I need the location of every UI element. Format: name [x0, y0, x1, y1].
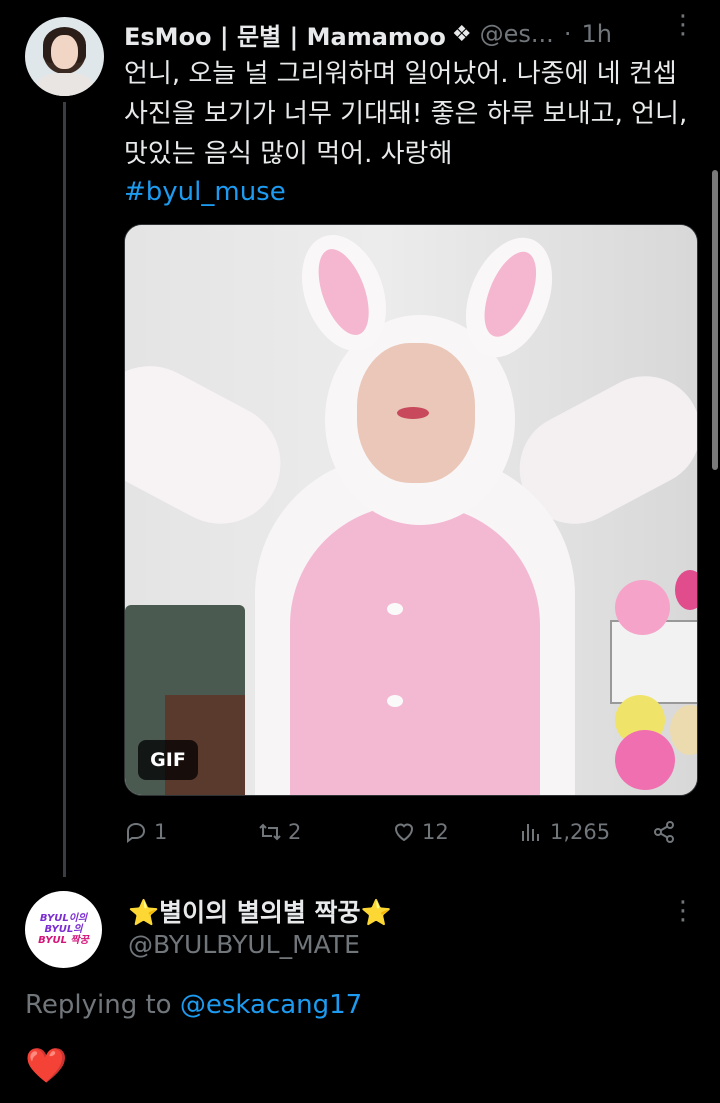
like-count: 12: [422, 820, 449, 844]
reply-count: 1: [154, 820, 168, 844]
reply-display-name-row[interactable]: ⭐별이의 별의별 짝꿍⭐: [128, 893, 392, 929]
replying-to-line: Replying to @eskacang17: [25, 990, 362, 1020]
avatar-text-line: BYUL 짝꿍: [38, 935, 89, 946]
gif-badge: GIF: [138, 740, 198, 780]
media-balloon: [615, 580, 670, 635]
share-icon: [654, 821, 674, 843]
media-costume-belly: [290, 505, 540, 795]
retweet-count: 2: [288, 820, 302, 844]
separator-dot: ·: [563, 20, 572, 48]
verified-badge-icon: ❖: [451, 21, 472, 47]
avatar-text-line: BYUL이의: [39, 913, 88, 924]
reply-author-avatar[interactable]: BYUL이의 BYUL의 BYUL 짝꿍: [25, 891, 102, 968]
replying-to-handle-link[interactable]: @eskacang17: [180, 990, 362, 1020]
media-balloon: [675, 570, 697, 610]
tweet-header: EsMoo | 문별 | Mamamoo ❖ @es... · 1h: [124, 14, 612, 54]
author-display-name[interactable]: EsMoo | 문별 | Mamamoo: [124, 17, 446, 52]
more-options-icon[interactable]: ⋮: [670, 898, 696, 936]
scrollbar[interactable]: [712, 170, 718, 470]
media-shelf: [610, 620, 697, 704]
author-avatar[interactable]: [25, 17, 104, 96]
views-icon: [522, 824, 539, 841]
avatar-text-line: BYUL의: [44, 924, 83, 935]
avatar-body: [37, 73, 93, 96]
media-button: [387, 603, 403, 615]
retweet-button[interactable]: 2: [258, 812, 301, 852]
reply-author-handle[interactable]: @BYULBYUL_MATE: [128, 930, 360, 959]
avatar-face: [51, 35, 78, 69]
views-button[interactable]: 1,265: [520, 812, 610, 852]
like-button[interactable]: 12: [392, 812, 449, 852]
hashtag-link[interactable]: #byul_muse: [124, 172, 286, 212]
media-button: [387, 695, 403, 707]
tweet-gif-media[interactable]: [124, 224, 698, 796]
thread-line: [63, 102, 66, 877]
retweet-icon: [259, 823, 281, 841]
media-lips: [397, 407, 429, 419]
reply-icon: [127, 822, 146, 843]
share-button[interactable]: [652, 812, 682, 852]
star-icon: ⭐: [360, 898, 392, 927]
heart-icon: [394, 823, 414, 842]
reply-body-heart: ❤️: [25, 1046, 68, 1086]
star-icon: ⭐: [128, 898, 160, 927]
author-handle[interactable]: @es...: [480, 20, 554, 48]
tweet-text: 언니, 오늘 널 그리워하며 일어났어. 나중에 네 컨셉 사진을 보기가 너무…: [124, 59, 688, 169]
views-count: 1,265: [550, 820, 611, 844]
replying-to-label: Replying to: [25, 990, 180, 1020]
more-options-icon[interactable]: ⋮: [670, 12, 696, 50]
reply-display-name: 별이의 별의별 짝꿍: [159, 898, 361, 927]
media-balloon: [615, 730, 675, 790]
tweet-timestamp[interactable]: 1h: [581, 20, 611, 48]
reply-button[interactable]: 1: [124, 812, 167, 852]
